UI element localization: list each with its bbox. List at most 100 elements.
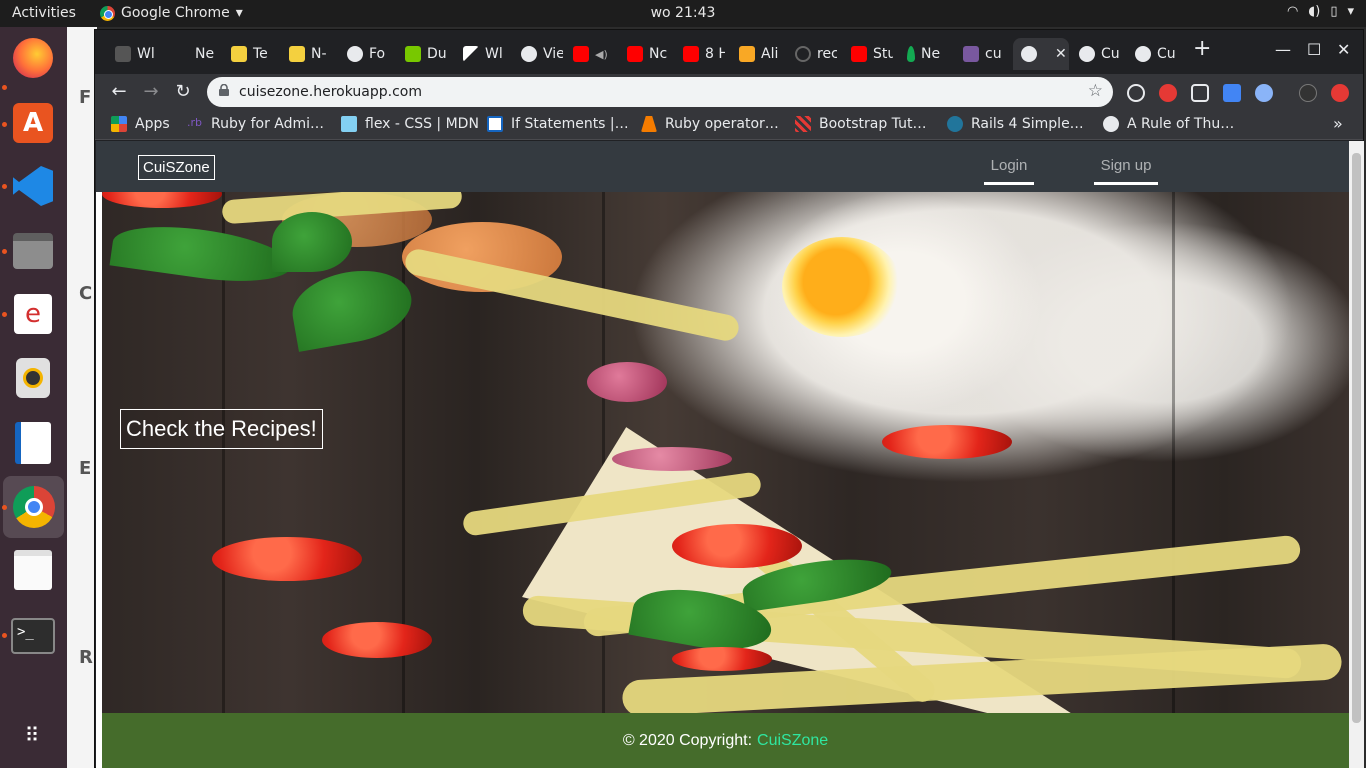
battery-icon: ▯ — [1330, 4, 1338, 19]
tab[interactable]: N- — [281, 38, 331, 70]
pocket-icon[interactable] — [1191, 84, 1209, 102]
site-brand[interactable]: CuiSZone — [138, 155, 215, 180]
bookmarks-overflow-button[interactable]: » — [1333, 114, 1343, 133]
background-window-text: C — [79, 283, 93, 304]
files-icon[interactable] — [10, 228, 56, 274]
youtube-icon — [851, 46, 867, 62]
background-window-text: F — [79, 87, 92, 108]
terminal-icon[interactable]: >_ — [10, 613, 56, 659]
tab[interactable]: Nc — [619, 38, 669, 70]
globe-icon — [1079, 46, 1095, 62]
tab[interactable]: Cu — [1127, 38, 1177, 70]
tab[interactable]: ◀) — [565, 38, 615, 70]
tab[interactable]: cu — [955, 38, 1005, 70]
tab[interactable]: Stu — [843, 38, 893, 70]
footer-brand-link[interactable]: CuiSZone — [757, 732, 828, 750]
reload-button[interactable]: ↻ — [171, 81, 195, 102]
bookmark-item[interactable]: Rails 4 Simple… — [947, 116, 1084, 132]
new-tab-button[interactable]: + — [1193, 36, 1211, 61]
bookmark-star-icon[interactable]: ☆ — [1088, 81, 1103, 101]
tab[interactable]: Cu — [1071, 38, 1121, 70]
translate-icon[interactable] — [1223, 84, 1241, 102]
tab[interactable]: rec — [787, 38, 837, 70]
clock[interactable]: wo 21:43 — [0, 5, 1366, 21]
wifi-icon: ◠ — [1287, 4, 1299, 19]
bookmark-item[interactable]: .rb Ruby for Admi… — [187, 116, 324, 132]
lock-icon — [219, 83, 229, 96]
bookmark-item[interactable]: If Statements |… — [487, 116, 629, 132]
running-indicator — [2, 633, 7, 638]
favicon — [641, 116, 657, 132]
maximize-button[interactable]: ☐ — [1307, 40, 1321, 59]
tab[interactable]: Du — [397, 38, 447, 70]
apps-grid-icon — [111, 116, 127, 132]
globe-icon — [1135, 46, 1151, 62]
github-icon — [795, 46, 811, 62]
bookmark-item[interactable]: Bootstrap Tut… — [795, 116, 926, 132]
tab[interactable]: Wl — [455, 38, 505, 70]
bookmark-apps[interactable]: Apps — [111, 116, 170, 132]
update-icon[interactable] — [1331, 84, 1349, 102]
dock: A e >_ ⠿ — [0, 27, 67, 768]
url-text: cuisezone.herokuapp.com — [239, 84, 422, 100]
chrome-dock-icon[interactable] — [3, 476, 64, 538]
tab[interactable]: Ne — [899, 38, 949, 70]
tab[interactable]: 8 H — [675, 38, 725, 70]
profile-avatar[interactable] — [1299, 84, 1317, 102]
software-center-icon[interactable]: A — [10, 100, 56, 146]
egg-yolk — [782, 237, 902, 337]
scrollbar-thumb[interactable] — [1352, 153, 1361, 723]
check-recipes-button[interactable]: Check the Recipes! — [120, 409, 323, 449]
chevron-down-icon: ▾ — [1347, 4, 1354, 19]
document-viewer-icon[interactable]: e — [10, 291, 56, 337]
site-navbar: CuiSZone Login Sign up — [96, 141, 1349, 192]
tab[interactable]: Ali — [731, 38, 781, 70]
adblock-icon[interactable] — [1159, 84, 1177, 102]
favicon — [739, 46, 755, 62]
minimize-button[interactable]: — — [1275, 40, 1291, 59]
app-grid-icon[interactable]: ⠿ — [10, 712, 56, 758]
favicon — [231, 46, 247, 62]
page-scrollbar[interactable] — [1349, 141, 1364, 768]
tomato — [212, 537, 362, 581]
tab[interactable]: Ne — [165, 38, 215, 70]
back-button[interactable]: ← — [107, 81, 131, 102]
libreoffice-writer-icon[interactable] — [10, 420, 56, 466]
running-indicator — [2, 249, 7, 254]
vscode-icon[interactable] — [10, 163, 56, 209]
mongodb-icon — [907, 46, 915, 62]
tomato — [102, 192, 222, 208]
text-editor-icon[interactable] — [10, 547, 56, 593]
system-tray[interactable]: ◠ ◖) ▯ ▾ — [1287, 4, 1354, 19]
basil-leaf — [109, 217, 295, 291]
tab[interactable]: Te — [223, 38, 273, 70]
forward-button[interactable]: → — [139, 81, 163, 102]
tab[interactable]: Vie — [513, 38, 563, 70]
close-icon[interactable]: ✕ — [1055, 46, 1067, 62]
tab-active[interactable]: ✕ — [1013, 38, 1069, 70]
bookmark-item[interactable]: Ruby operator… — [641, 116, 779, 132]
react-devtools-icon[interactable] — [1127, 84, 1145, 102]
basil-leaf — [272, 212, 352, 272]
close-window-button[interactable]: ✕ — [1337, 40, 1350, 59]
extension-icon[interactable] — [1255, 84, 1273, 102]
firefox-icon[interactable] — [10, 35, 56, 81]
favicon — [173, 46, 189, 62]
wordpress-icon — [947, 116, 963, 132]
globe-icon — [521, 46, 537, 62]
running-indicator — [2, 505, 7, 510]
signup-link[interactable]: Sign up — [1094, 157, 1158, 185]
running-indicator — [2, 312, 7, 317]
bookmark-item[interactable]: flex - CSS | MDN — [341, 116, 479, 132]
bookmark-item[interactable]: A Rule of Thu… — [1103, 116, 1234, 132]
tomato — [882, 425, 1012, 459]
rhythmbox-icon[interactable] — [10, 355, 56, 401]
bookmarks-bar: Apps .rb Ruby for Admi… flex - CSS | MDN … — [95, 112, 1363, 140]
tab[interactable]: Wl — [107, 38, 157, 70]
login-link[interactable]: Login — [984, 157, 1034, 185]
address-bar[interactable]: cuisezone.herokuapp.com ☆ — [207, 77, 1113, 107]
tomato — [672, 524, 802, 568]
youtube-icon — [573, 46, 589, 62]
running-indicator — [2, 85, 7, 90]
tab[interactable]: Fo — [339, 38, 389, 70]
